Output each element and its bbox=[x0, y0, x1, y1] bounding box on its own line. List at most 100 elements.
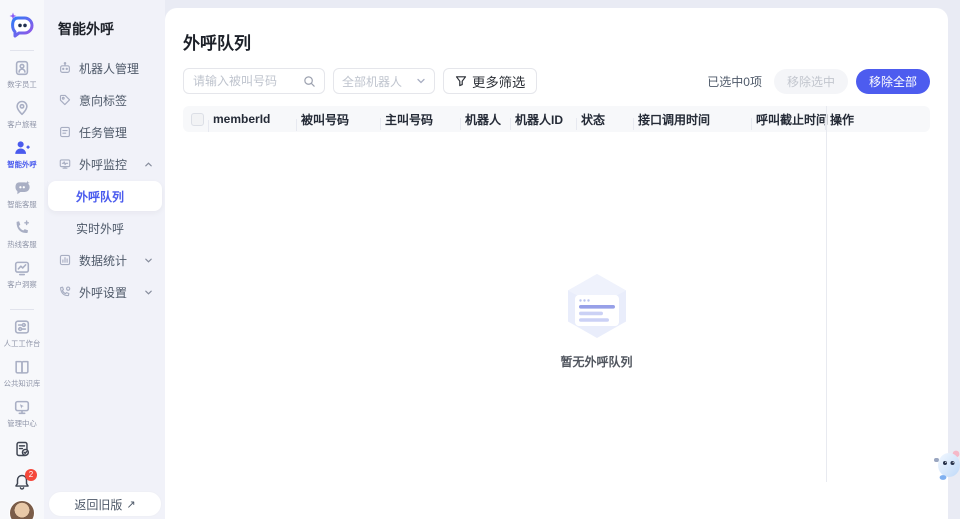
icon-rail: 数字员工 客户旅程 智能外呼 智能客服 热线客服 客户洞察 人工工作台 公共知识… bbox=[0, 0, 44, 519]
user-avatar[interactable] bbox=[9, 500, 35, 519]
smart-outbound-icon bbox=[15, 141, 30, 154]
sidebar-item-label: 数据统计 bbox=[79, 253, 128, 268]
monitor-icon bbox=[59, 159, 71, 169]
robot-filter-value: 全部机器人 bbox=[342, 74, 403, 89]
sidebar-item-outbound-monitor[interactable]: 外呼监控 bbox=[44, 148, 165, 180]
rail-item-label: 公共知识库 bbox=[3, 379, 41, 388]
phone-settings-icon bbox=[60, 286, 71, 297]
queue-table: memberId 被叫号码 主叫号码 机器人 机器人ID 状态 接口调用时间 呼… bbox=[183, 106, 930, 482]
sidebar-item-label: 机器人管理 bbox=[79, 61, 140, 76]
rail-item-workbench[interactable]: 人工工作台 bbox=[0, 318, 44, 349]
rail-item-hotline-service[interactable]: 热线客服 bbox=[0, 219, 44, 250]
rail-item-label: 管理中心 bbox=[7, 419, 37, 428]
search-input[interactable] bbox=[193, 74, 305, 88]
sidebar: 智能外呼 机器人管理 意向标签 任务管理 外呼监控 外呼队列 实时外呼 数据统计… bbox=[44, 0, 165, 519]
header-cell-called-number: 被叫号码 bbox=[297, 111, 381, 130]
search-box bbox=[183, 68, 325, 94]
search-icon[interactable] bbox=[303, 75, 316, 88]
sidebar-item-label: 实时外呼 bbox=[76, 221, 125, 236]
back-button-label: 返回旧版 bbox=[74, 497, 123, 512]
customer-insight-icon bbox=[14, 261, 30, 276]
rail-item-digital-employee[interactable]: 数字员工 bbox=[0, 59, 44, 90]
rail-item-customer-journey[interactable]: 客户旅程 bbox=[0, 99, 44, 130]
header-cell-robot-id: 机器人ID bbox=[511, 111, 577, 130]
rail-item-label: 人工工作台 bbox=[3, 339, 41, 348]
chevron-down-icon bbox=[417, 78, 425, 84]
rail-item-smart-outbound[interactable]: 智能外呼 bbox=[0, 139, 44, 170]
chevron-up-icon bbox=[145, 161, 152, 166]
rail-item-customer-insight[interactable]: 客户洞察 bbox=[0, 259, 44, 290]
remove-all-button[interactable]: 移除全部 bbox=[855, 68, 930, 94]
rail-divider bbox=[10, 50, 34, 51]
header-cell-checkbox bbox=[183, 112, 209, 132]
assistant-mascot[interactable] bbox=[933, 446, 960, 485]
header-cell-api-call-time: 接口调用时间 bbox=[634, 111, 752, 130]
admin-center-icon bbox=[14, 400, 30, 415]
app-logo-icon[interactable] bbox=[8, 12, 36, 40]
robot-filter-select[interactable]: 全部机器人 bbox=[333, 68, 435, 94]
sidebar-item-outbound-settings[interactable]: 外呼设置 bbox=[44, 276, 165, 308]
sidebar-item-data-statistics[interactable]: 数据统计 bbox=[44, 244, 165, 276]
tasks-icon bbox=[60, 126, 70, 138]
app-root: { "colors": { "primary": "#4D5CEF", "act… bbox=[0, 0, 960, 519]
rail-item-label: 智能外呼 bbox=[7, 160, 37, 169]
mascot-icon bbox=[934, 450, 960, 480]
header-cell-status: 状态 bbox=[577, 111, 634, 130]
toolbar-right: 已选中0项 移除选中 移除全部 bbox=[707, 68, 930, 94]
sidebar-menu: 机器人管理 意向标签 任务管理 外呼监控 外呼队列 实时外呼 数据统计 外呼设置 bbox=[44, 52, 165, 308]
header-cell-robot: 机器人 bbox=[461, 111, 511, 130]
header-cell-memberid: memberId bbox=[209, 112, 297, 131]
table-body: 暂无外呼队列 bbox=[183, 132, 930, 482]
rail-item-label: 智能客服 bbox=[7, 200, 37, 209]
knowledge-base-icon bbox=[15, 360, 29, 374]
sidebar-item-outbound-queue[interactable]: 外呼队列 bbox=[48, 181, 162, 211]
sidebar-item-label: 外呼设置 bbox=[79, 285, 128, 300]
sidebar-item-label: 外呼队列 bbox=[76, 189, 125, 204]
empty-state: 暂无外呼队列 bbox=[560, 270, 633, 370]
notifications-button[interactable]: 2 bbox=[13, 469, 37, 494]
robot-icon bbox=[60, 62, 70, 73]
sidebar-item-label: 意向标签 bbox=[79, 93, 128, 108]
digital-employee-icon bbox=[15, 60, 29, 76]
bar-chart-icon bbox=[59, 254, 71, 266]
workbench-icon bbox=[14, 320, 30, 334]
report-file-button[interactable] bbox=[13, 440, 31, 461]
funnel-icon bbox=[455, 76, 467, 87]
rail-item-label: 数字员工 bbox=[7, 80, 37, 89]
sidebar-item-task-management[interactable]: 任务管理 bbox=[44, 116, 165, 148]
hotline-service-icon bbox=[16, 220, 30, 234]
rail-divider bbox=[10, 309, 34, 310]
rail-item-admin-center[interactable]: 管理中心 bbox=[0, 398, 44, 429]
header-cell-calling-number: 主叫号码 bbox=[381, 111, 461, 130]
external-link-icon: ↗ bbox=[126, 498, 136, 511]
page-title: 外呼队列 bbox=[183, 34, 251, 53]
notification-badge: 2 bbox=[25, 469, 37, 481]
toolbar: 全部机器人 更多筛选 已选中0项 移除选中 移除全部 bbox=[183, 68, 930, 94]
table-header-row: memberId 被叫号码 主叫号码 机器人 机器人ID 状态 接口调用时间 呼… bbox=[183, 106, 930, 132]
selected-count: 已选中0项 bbox=[707, 74, 762, 89]
rail-item-label: 热线客服 bbox=[7, 240, 37, 249]
sidebar-item-label: 外呼监控 bbox=[79, 157, 128, 172]
more-filters-button[interactable]: 更多筛选 bbox=[443, 68, 538, 94]
header-cell-actions: 操作 bbox=[830, 112, 855, 127]
tag-icon bbox=[59, 94, 71, 106]
main-content: 外呼队列 全部机器人 更多筛选 已选中0项 移除选中 移除全部 bbox=[165, 8, 948, 519]
sidebar-item-realtime-outbound[interactable]: 实时外呼 bbox=[44, 212, 165, 244]
rail-item-label: 客户旅程 bbox=[7, 120, 37, 129]
empty-state-illustration bbox=[567, 274, 626, 338]
chevron-down-icon bbox=[145, 290, 152, 295]
report-file-icon bbox=[16, 441, 30, 457]
select-all-checkbox[interactable] bbox=[191, 112, 204, 126]
remove-selected-button[interactable]: 移除选中 bbox=[773, 68, 848, 94]
sidebar-title: 智能外呼 bbox=[58, 21, 114, 37]
more-filters-label: 更多筛选 bbox=[472, 74, 526, 90]
rail-item-label: 客户洞察 bbox=[7, 280, 37, 289]
smart-service-icon bbox=[15, 180, 30, 195]
sidebar-item-intent-tags[interactable]: 意向标签 bbox=[44, 84, 165, 116]
rail-item-smart-service[interactable]: 智能客服 bbox=[0, 179, 44, 210]
chevron-down-icon bbox=[145, 258, 152, 263]
back-to-old-version-button[interactable]: 返回旧版 ↗ bbox=[48, 491, 162, 517]
rail-item-knowledge-base[interactable]: 公共知识库 bbox=[0, 358, 44, 389]
header-cell-call-deadline: 呼叫截止时间 bbox=[752, 111, 828, 130]
sidebar-item-robot-management[interactable]: 机器人管理 bbox=[44, 52, 165, 84]
